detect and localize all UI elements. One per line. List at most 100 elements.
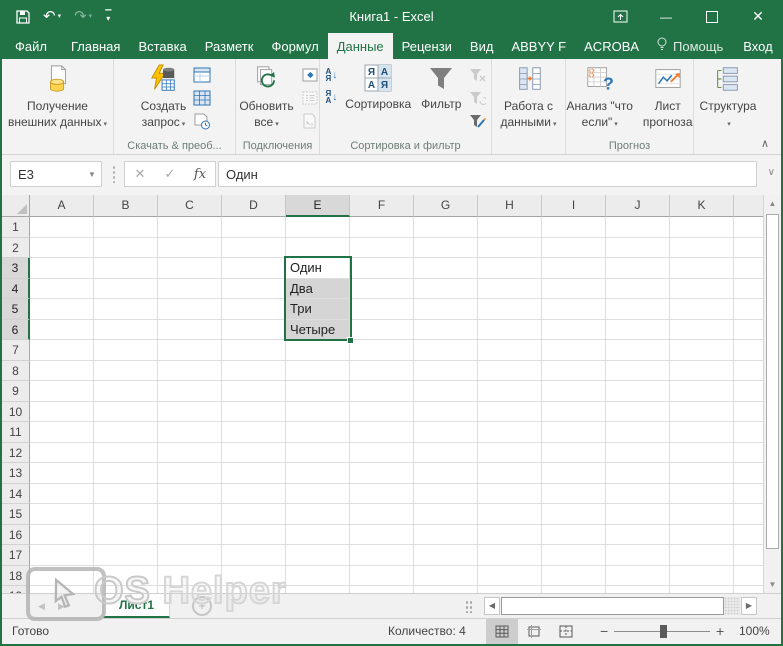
column-header-A[interactable]: A [30,195,94,217]
cell-A5[interactable] [30,299,94,320]
cell-G2[interactable] [414,238,478,259]
row-header-12[interactable]: 12 [2,443,30,464]
cell-A4[interactable] [30,279,94,300]
scroll-up-icon[interactable]: ▲ [764,195,781,212]
cell-A2[interactable] [30,238,94,259]
tab-file[interactable]: Файл [0,33,62,59]
cell-B2[interactable] [94,238,158,259]
column-header-partial[interactable] [734,195,763,217]
horizontal-scroll-track[interactable] [724,597,740,615]
cell-E13[interactable] [286,463,350,484]
cell-J9[interactable] [606,381,670,402]
cell-partial[interactable] [734,586,763,593]
cell-I5[interactable] [542,299,606,320]
connections-icon[interactable] [300,66,320,84]
cell-K1[interactable] [670,217,734,238]
cell-H2[interactable] [478,238,542,259]
cell-K15[interactable] [670,504,734,525]
cell-D5[interactable] [222,299,286,320]
cell-B19[interactable] [94,586,158,593]
page-break-view-button[interactable] [550,619,582,644]
cell-J10[interactable] [606,402,670,423]
cell-E18[interactable] [286,566,350,587]
zoom-out-icon[interactable]: − [600,623,608,639]
cell-C11[interactable] [158,422,222,443]
row-header-6[interactable]: 6 [2,320,30,341]
column-header-C[interactable]: C [158,195,222,217]
customize-qat-icon[interactable]: ▔▾ [105,13,111,21]
close-button[interactable]: ✕ [735,0,781,33]
ribbon-display-options-icon[interactable] [597,0,643,33]
cell-B6[interactable] [94,320,158,341]
cell-C4[interactable] [158,279,222,300]
reapply-filter-icon[interactable] [467,89,487,107]
column-header-K[interactable]: K [670,195,734,217]
column-header-B[interactable]: B [94,195,158,217]
cell-J3[interactable] [606,258,670,279]
cell-I8[interactable] [542,361,606,382]
cell-H9[interactable] [478,381,542,402]
cell-B7[interactable] [94,340,158,361]
cell-partial[interactable] [734,443,763,464]
cell-partial[interactable] [734,299,763,320]
cell-E15[interactable] [286,504,350,525]
cell-partial[interactable] [734,525,763,546]
cell-J6[interactable] [606,320,670,341]
cell-B8[interactable] [94,361,158,382]
normal-view-button[interactable] [486,619,518,644]
cell-D12[interactable] [222,443,286,464]
cell-H15[interactable] [478,504,542,525]
cell-E9[interactable] [286,381,350,402]
fill-handle[interactable] [347,337,354,344]
cell-E16[interactable] [286,525,350,546]
cell-F5[interactable] [350,299,414,320]
cell-partial[interactable] [734,258,763,279]
cell-I2[interactable] [542,238,606,259]
cell-K2[interactable] [670,238,734,259]
cell-K14[interactable] [670,484,734,505]
cell-B15[interactable] [94,504,158,525]
redo-icon[interactable]: ↷▾ [74,9,92,24]
cell-J19[interactable] [606,586,670,593]
cell-I19[interactable] [542,586,606,593]
cell-I15[interactable] [542,504,606,525]
cell-A16[interactable] [30,525,94,546]
cell-K3[interactable] [670,258,734,279]
cell-G4[interactable] [414,279,478,300]
cell-partial[interactable] [734,279,763,300]
cell-G14[interactable] [414,484,478,505]
cell-D4[interactable] [222,279,286,300]
cell-J16[interactable] [606,525,670,546]
cell-J2[interactable] [606,238,670,259]
vertical-scrollbar[interactable]: ▲ ▼ [763,195,781,593]
cell-E14[interactable] [286,484,350,505]
cell-H17[interactable] [478,545,542,566]
row-header-7[interactable]: 7 [2,340,30,361]
cell-D17[interactable] [222,545,286,566]
cell-partial[interactable] [734,381,763,402]
cell-H11[interactable] [478,422,542,443]
cell-E7[interactable] [286,340,350,361]
cell-B4[interactable] [94,279,158,300]
cell-F13[interactable] [350,463,414,484]
undo-icon[interactable]: ↶▾ [43,9,61,24]
tab-вставка[interactable]: Вставка [129,33,195,59]
select-all-corner[interactable] [2,195,30,217]
cell-K17[interactable] [670,545,734,566]
cell-E5[interactable]: Три [286,299,350,320]
properties-icon[interactable] [300,89,320,107]
column-header-J[interactable]: J [606,195,670,217]
column-header-H[interactable]: H [478,195,542,217]
tab-данные[interactable]: Данные [328,33,393,59]
cell-B18[interactable] [94,566,158,587]
cell-D15[interactable] [222,504,286,525]
cell-H5[interactable] [478,299,542,320]
zoom-level[interactable]: 100% [739,624,770,638]
cell-F3[interactable] [350,258,414,279]
cell-H1[interactable] [478,217,542,238]
outline-button[interactable]: Структура ▾ [696,61,761,131]
cell-J8[interactable] [606,361,670,382]
scroll-left-icon[interactable]: ◀ [484,597,500,615]
cell-C18[interactable] [158,566,222,587]
advanced-filter-icon[interactable] [467,112,487,130]
